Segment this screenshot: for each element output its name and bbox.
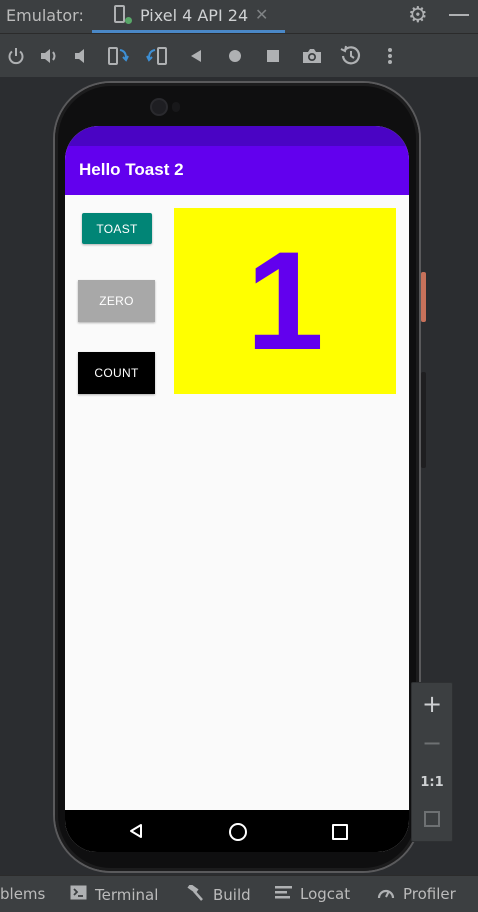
- terminal-icon: [70, 885, 87, 904]
- toast-button[interactable]: TOAST: [82, 213, 152, 244]
- terminal-label: Terminal: [95, 885, 159, 904]
- count-display: 1: [174, 208, 396, 394]
- status-bar: [65, 126, 409, 146]
- settings-icon[interactable]: ⚙: [408, 3, 428, 28]
- snapshot-icon[interactable]: [339, 44, 363, 68]
- app-title: Hello Toast 2: [79, 160, 184, 179]
- emulator-toolbar: [0, 34, 478, 77]
- profiler-label: Profiler: [403, 885, 456, 903]
- zoom-in-button[interactable]: +: [412, 689, 452, 719]
- tab-close-icon[interactable]: ✕: [255, 5, 268, 24]
- tab-pixel-4-api-24[interactable]: Pixel 4 API 24 ✕: [92, 0, 285, 33]
- rotate-left-icon[interactable]: [106, 44, 130, 68]
- profiler-gauge-icon: [377, 885, 395, 903]
- logcat-label: Logcat: [300, 885, 351, 903]
- more-icon[interactable]: [378, 44, 402, 68]
- zoom-out-button[interactable]: −: [412, 728, 452, 758]
- actual-size-button[interactable]: 1:1: [412, 773, 452, 793]
- count-value: 1: [246, 222, 324, 379]
- device-screen: Hello Toast 2 TOAST ZERO COUNT 1: [65, 126, 409, 852]
- device-online-indicator: [125, 17, 132, 24]
- nav-recents-icon[interactable]: [332, 824, 348, 840]
- zero-button[interactable]: ZERO: [78, 280, 155, 322]
- problems-label: blems: [0, 885, 46, 903]
- logcat-tab[interactable]: Logcat: [275, 885, 350, 903]
- nav-home-icon[interactable]: [229, 823, 247, 841]
- tab-label: Pixel 4 API 24: [140, 6, 249, 25]
- volume-up-icon[interactable]: [37, 44, 61, 68]
- problems-tab[interactable]: blems: [0, 885, 45, 903]
- logcat-icon: [275, 885, 292, 903]
- nav-back-icon[interactable]: [128, 823, 144, 843]
- build-hammer-icon: [187, 883, 205, 905]
- front-sensor: [172, 102, 180, 112]
- screenshot-icon[interactable]: [300, 44, 324, 68]
- overview-icon[interactable]: [261, 44, 285, 68]
- device-volume-rocker[interactable]: [421, 372, 426, 468]
- rotate-right-icon[interactable]: [145, 44, 169, 68]
- device-phone-icon: [114, 5, 125, 23]
- tab-active-underline: [92, 30, 285, 33]
- emulator-label: Emulator:: [6, 6, 84, 25]
- home-icon[interactable]: [223, 44, 247, 68]
- app-bar: Hello Toast 2: [65, 146, 409, 195]
- count-button[interactable]: COUNT: [78, 352, 155, 394]
- build-tab[interactable]: Build: [187, 883, 251, 905]
- power-icon[interactable]: [4, 44, 28, 68]
- build-label: Build: [213, 886, 251, 904]
- device-power-button[interactable]: [421, 272, 426, 322]
- fit-screen-icon[interactable]: [424, 811, 440, 827]
- terminal-tab[interactable]: Terminal: [70, 885, 158, 904]
- minimize-icon[interactable]: [449, 14, 469, 16]
- profiler-tab[interactable]: Profiler: [377, 885, 456, 903]
- front-camera: [152, 100, 166, 114]
- tool-window-bar: blems Terminal Build Logcat Profiler: [0, 875, 478, 912]
- system-nav-bar: [65, 810, 409, 852]
- volume-down-icon[interactable]: [70, 44, 94, 68]
- emulator-tabbar: Emulator: Pixel 4 API 24 ✕ ⚙: [0, 0, 478, 34]
- zoom-controls: + − 1:1: [411, 682, 453, 842]
- back-icon[interactable]: [184, 44, 208, 68]
